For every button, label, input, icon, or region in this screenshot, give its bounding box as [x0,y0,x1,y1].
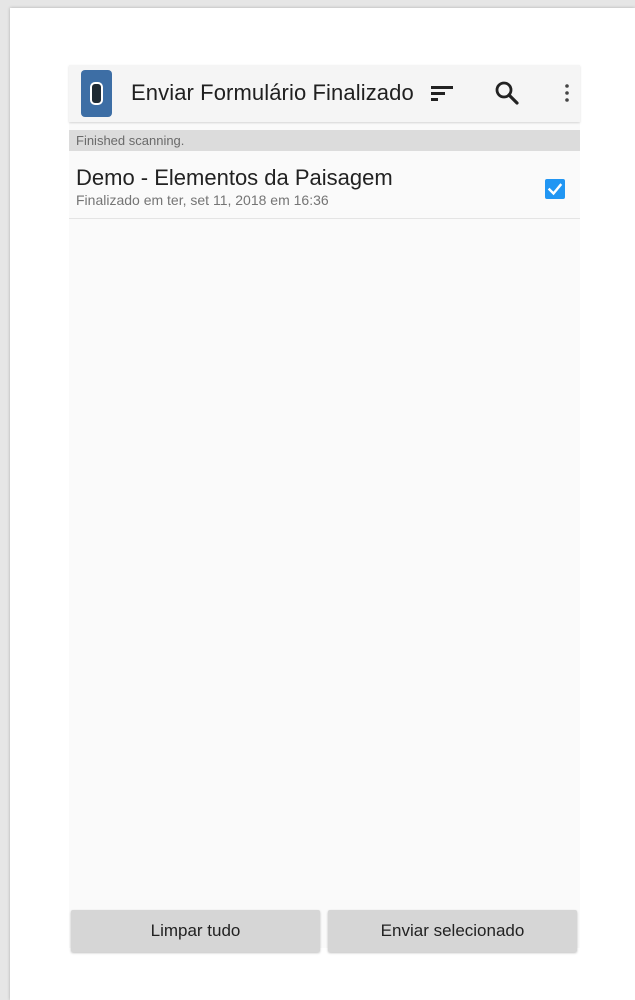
search-icon [495,81,519,105]
page-frame: Enviar Formulário Finalizado Finished sc… [10,8,635,1000]
checkmark-icon [547,183,563,196]
app-logo-icon [81,70,112,117]
search-button[interactable] [489,75,525,111]
form-select-checkbox[interactable] [545,179,565,199]
app-logo-glyph [90,82,103,105]
page-title: Enviar Formulário Finalizado [131,80,414,105]
send-selected-button[interactable]: Enviar selecionado [328,910,577,952]
app-screen: Enviar Formulário Finalizado Finished sc… [69,65,580,952]
list-item[interactable]: Demo - Elementos da Paisagem Finalizado … [69,151,580,219]
scan-status-text: Finished scanning. [76,133,185,148]
action-bar: Limpar tudo Enviar selecionado [69,902,580,952]
scan-status-bar: Finished scanning. [69,130,580,151]
sort-button[interactable] [424,75,460,111]
form-finalized-date: Finalizado em ter, set 11, 2018 em 16:36 [76,192,329,208]
toolbar: Enviar Formulário Finalizado [69,65,580,122]
overflow-menu-button[interactable] [549,75,585,111]
form-title: Demo - Elementos da Paisagem [76,165,393,190]
overflow-menu-icon [565,84,569,102]
clear-all-button[interactable]: Limpar tudo [71,910,320,952]
sort-icon [431,86,453,101]
